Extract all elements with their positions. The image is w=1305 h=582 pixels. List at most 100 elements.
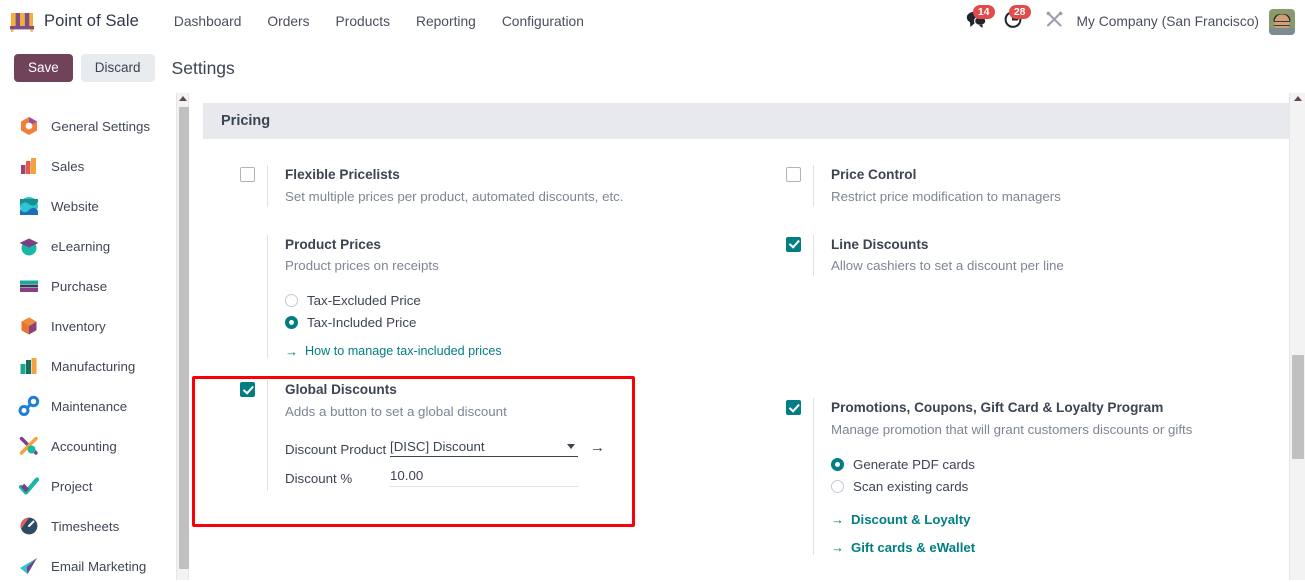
global-discount-fields: Discount Product [DISC] Discount → Disco… [285, 439, 747, 490]
main-scrollbar[interactable] [1289, 93, 1305, 580]
discount-loyalty-link[interactable]: → Discount & Loyalty [831, 512, 1291, 527]
sidebar-item-inventory[interactable]: Inventory [0, 306, 176, 346]
scroll-up-arrow-icon[interactable] [178, 96, 187, 101]
sidebar-scrollbar-thumb[interactable] [178, 107, 189, 569]
chevron-down-icon[interactable] [567, 443, 575, 449]
discard-button[interactable]: Discard [80, 53, 155, 83]
radio-label: Tax-Included Price [307, 315, 417, 331]
save-button[interactable]: Save [14, 53, 73, 83]
website-icon [18, 195, 40, 217]
sidebar-item-accounting[interactable]: Accounting [0, 426, 176, 466]
control-panel: Save Discard Settings [0, 43, 1305, 127]
timesheets-icon [18, 515, 40, 537]
sidebar-item-email-marketing[interactable]: Email Marketing [0, 546, 176, 580]
settings-column-left: Flexible Pricelists Set multiple prices … [203, 165, 747, 555]
sidebar-item-timesheets[interactable]: Timesheets [0, 506, 176, 546]
tax-included-help-link[interactable]: → How to manage tax-included prices [285, 344, 747, 358]
sales-icon [18, 155, 40, 177]
arrow-right-icon: → [831, 539, 844, 555]
sidebar-item-elearning[interactable]: eLearning [0, 226, 176, 266]
manufacturing-icon [18, 355, 40, 377]
setting-global-discounts: Global Discounts Adds a button to set a … [223, 380, 747, 492]
product-prices-radio-group: Tax-Excluded Price Tax-Included Price [285, 293, 747, 330]
menu-item-reporting[interactable]: Reporting [403, 8, 489, 35]
setting-body: Global Discounts Adds a button to set a … [267, 380, 747, 492]
sidebar-item-project[interactable]: Project [0, 466, 176, 506]
navbar-systray: 14 28 My Company (San Francisco) [958, 4, 1295, 37]
discount-product-select[interactable]: [DISC] Discount [390, 439, 578, 457]
avatar[interactable] [1269, 8, 1295, 35]
scan-existing-cards-radio[interactable] [831, 479, 844, 493]
activities-badge: 28 [1008, 4, 1031, 20]
sidebar-label: Website [51, 198, 99, 214]
inventory-icon [18, 315, 40, 337]
menu-item-configuration[interactable]: Configuration [489, 8, 597, 35]
sidebar-item-purchase[interactable]: Purchase [0, 266, 176, 306]
setting-flexible-pricelists: Flexible Pricelists Set multiple prices … [223, 165, 747, 207]
checkbox-wrap [769, 235, 813, 277]
setting-description: Manage promotion that will grant custome… [831, 421, 1193, 437]
main-menu: Dashboard Orders Products Reporting Conf… [161, 8, 597, 35]
page-body: General Settings Sales Website eLearning… [0, 93, 1305, 580]
activities-button[interactable]: 28 [995, 4, 1031, 37]
tax-excluded-radio[interactable] [285, 294, 298, 308]
gift-cards-ewallet-link[interactable]: → Gift cards & eWallet [831, 540, 1291, 555]
discount-percent-input[interactable]: 10.00 [390, 468, 578, 488]
scroll-up-arrow-icon[interactable] [1293, 96, 1302, 101]
setting-line-discounts: Line Discounts Allow cashiers to set a d… [769, 234, 1291, 277]
sidebar-item-website[interactable]: Website [0, 186, 176, 226]
main-scrollbar-thumb[interactable] [1292, 355, 1304, 459]
sidebar-label: Accounting [51, 438, 117, 454]
setting-price-control: Price Control Restrict price modificatio… [769, 165, 1291, 207]
global-discounts-checkbox[interactable] [240, 382, 255, 398]
radio-option-tax-excluded[interactable]: Tax-Excluded Price [285, 293, 747, 308]
internal-link-arrow-icon[interactable]: → [590, 439, 605, 456]
messages-button[interactable]: 14 [958, 4, 995, 37]
setting-title: Flexible Pricelists [285, 167, 400, 182]
radio-option-scan-existing-cards[interactable]: Scan existing cards [831, 479, 1291, 494]
menu-item-orders[interactable]: Orders [254, 8, 322, 35]
settings-sidebar: General Settings Sales Website eLearning… [0, 93, 176, 580]
brand-label: Point of Sale [44, 12, 139, 30]
setting-description: Allow cashiers to set a discount per lin… [831, 258, 1064, 274]
radio-option-generate-pdf-cards[interactable]: Generate PDF cards [831, 457, 1291, 472]
developer-tools-button[interactable] [1031, 10, 1073, 34]
radio-label: Scan existing cards [853, 478, 969, 494]
radio-label: Tax-Excluded Price [307, 293, 421, 309]
maintenance-icon [18, 395, 40, 417]
sidebar-item-general-settings[interactable]: General Settings [0, 106, 176, 146]
sidebar-label: Purchase [51, 278, 108, 294]
arrow-right-icon: → [831, 511, 844, 527]
company-switcher[interactable]: My Company (San Francisco) [1073, 14, 1269, 29]
setting-body: Promotions, Coupons, Gift Card & Loyalty… [813, 398, 1291, 555]
brand-home-link[interactable]: Point of Sale [8, 10, 139, 34]
top-navbar: Point of Sale Dashboard Orders Products … [0, 0, 1305, 43]
radio-option-tax-included[interactable]: Tax-Included Price [285, 315, 747, 330]
sidebar-item-sales[interactable]: Sales [0, 146, 176, 186]
checkbox-wrap [769, 398, 813, 555]
field-row-discount-product: Discount Product [DISC] Discount → [285, 439, 747, 460]
pos-shop-awning-icon [8, 10, 36, 34]
sidebar-item-maintenance[interactable]: Maintenance [0, 386, 176, 426]
setting-product-prices: Product Prices Product prices on receipt… [223, 234, 747, 359]
line-discounts-checkbox[interactable] [786, 236, 801, 252]
price-control-checkbox[interactable] [786, 167, 801, 182]
sidebar-label: Inventory [51, 318, 106, 334]
sidebar-item-manufacturing[interactable]: Manufacturing [0, 346, 176, 386]
sidebar-label: Timesheets [51, 518, 120, 534]
section-title-pricing: Pricing [203, 103, 1291, 139]
menu-item-products[interactable]: Products [323, 8, 403, 35]
discount-product-label: Discount Product [285, 441, 387, 457]
project-icon [18, 475, 40, 497]
checkbox-wrap-spacer [223, 235, 267, 359]
promotions-checkbox[interactable] [786, 400, 801, 416]
sidebar-label: General Settings [51, 118, 151, 134]
menu-item-dashboard[interactable]: Dashboard [161, 8, 255, 35]
tax-included-radio[interactable] [285, 316, 298, 330]
generate-pdf-cards-radio[interactable] [831, 457, 844, 471]
accounting-icon [18, 435, 40, 457]
flexible-pricelists-checkbox[interactable] [240, 167, 255, 182]
sidebar-scrollbar[interactable] [176, 93, 189, 580]
messages-badge: 14 [972, 4, 995, 20]
setting-title: Promotions, Coupons, Gift Card & Loyalty… [831, 400, 1164, 416]
